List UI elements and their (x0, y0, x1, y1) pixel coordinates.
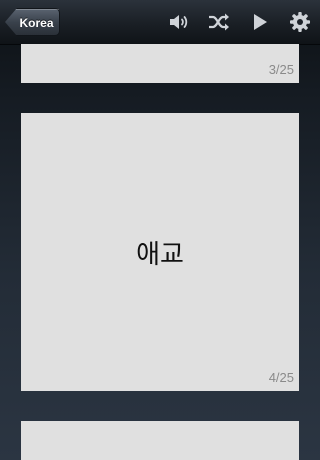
play-icon[interactable] (248, 10, 272, 34)
card-counter: 4/25 (268, 370, 294, 385)
flashcard[interactable]: 애교 4/25 (21, 113, 299, 391)
gear-icon[interactable] (288, 10, 312, 34)
speaker-icon[interactable] (167, 10, 191, 34)
back-button[interactable]: Korea (5, 8, 60, 36)
flashcard[interactable]: 3/25 (21, 44, 299, 83)
back-button-label: Korea (19, 16, 54, 30)
card-counter: 3/25 (268, 62, 294, 77)
card-word: 애교 (136, 240, 184, 270)
navigation-bar: Korea (0, 0, 320, 45)
shuffle-icon[interactable] (207, 10, 231, 34)
flashcard[interactable] (21, 421, 299, 460)
